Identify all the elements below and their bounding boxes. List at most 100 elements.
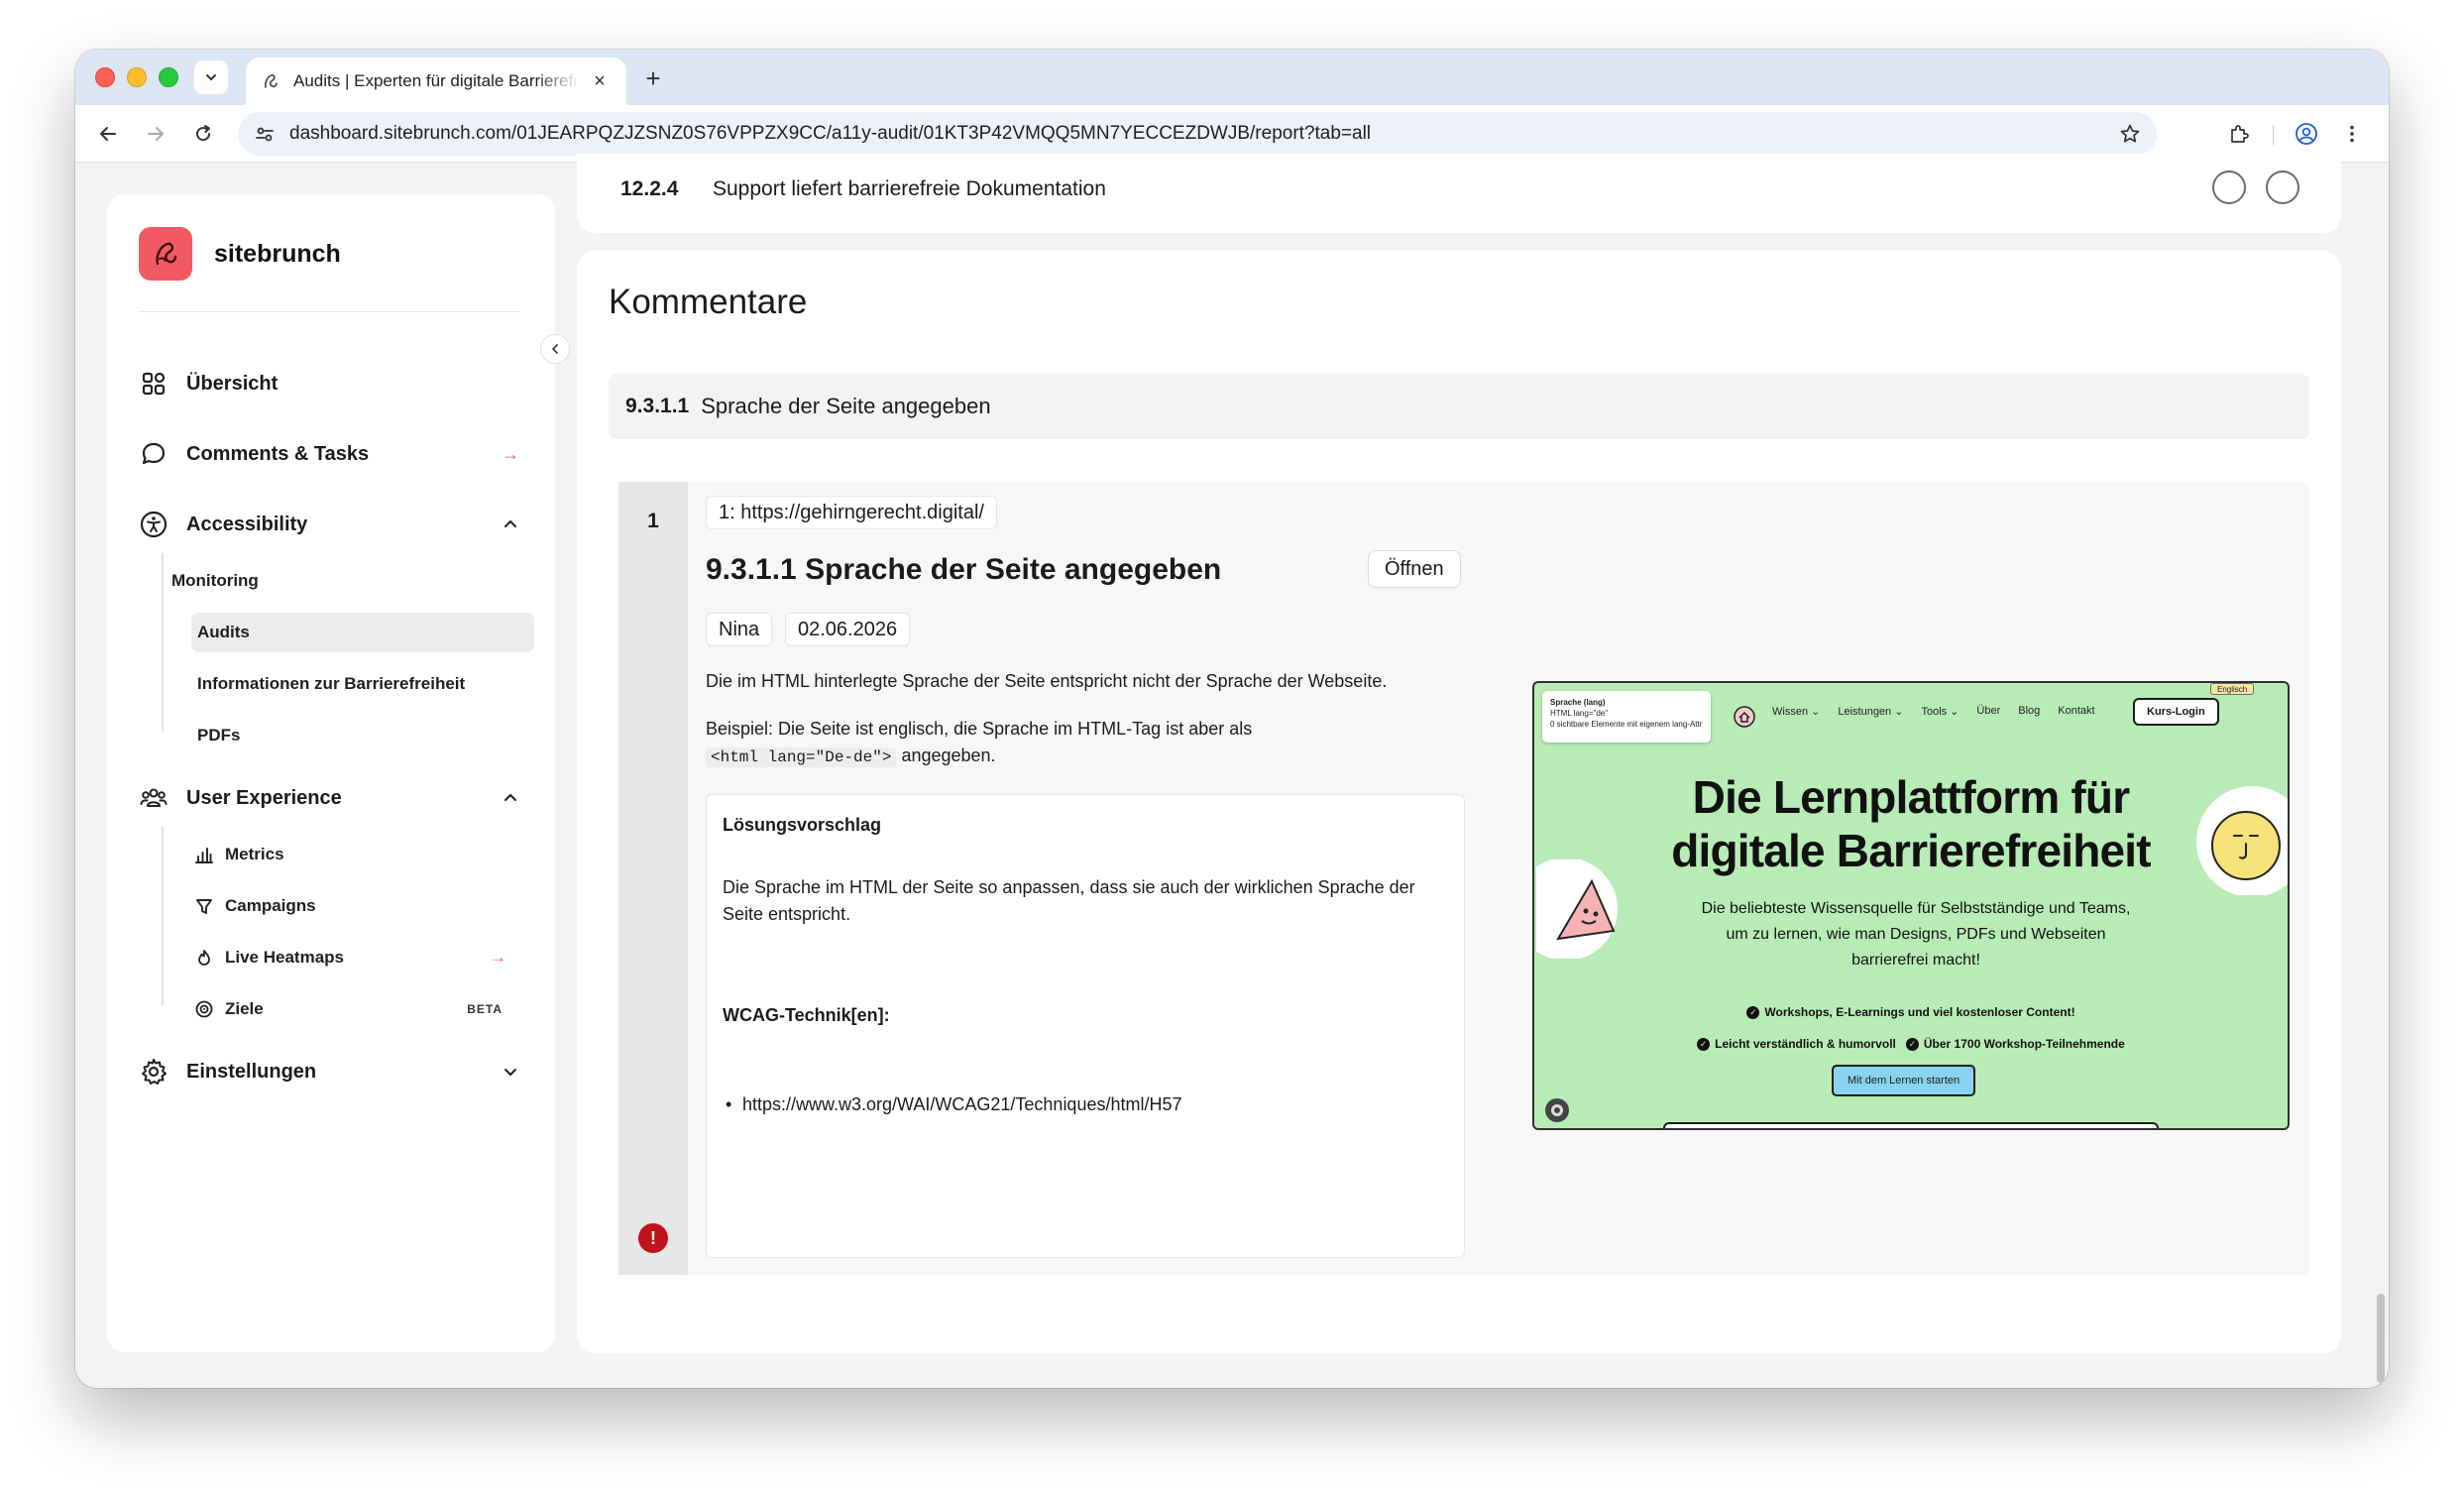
issue-rail: 1 ! (618, 482, 688, 1275)
page-content: sitebrunch Übersicht Comments & Tasks → (75, 154, 2389, 1388)
wcag-link[interactable]: https://www.w3.org/WAI/WCAG21/Techniques… (726, 1094, 1181, 1115)
chevron-up-icon[interactable] (496, 783, 525, 813)
screenshot-nav-item: Tools ⌄ (1921, 706, 1960, 718)
bar-chart-icon (191, 842, 217, 867)
sidebar-item-pdfs[interactable]: PDFs (162, 716, 518, 755)
example-prefix: Beispiel: Die Seite ist englisch, die Sp… (706, 719, 1253, 739)
main-area: 12.2.4 Support liefert barrierefreie Dok… (577, 154, 2363, 1388)
comment-section-header[interactable]: 9.3.1.1 Sprache der Seite angegeben (609, 374, 2309, 439)
screenshot-check-1: Workshops, E-Learnings und viel kostenlo… (1764, 1005, 2075, 1019)
new-tab-button[interactable]: + (636, 61, 670, 95)
screenshot-cta-button: Mit dem Lernen starten (1832, 1065, 1976, 1096)
sidebar-item-comments[interactable]: Comments & Tasks → (137, 429, 525, 479)
gear-icon (137, 1055, 170, 1088)
open-button[interactable]: Öffnen (1368, 550, 1461, 588)
sidebar-item-metrics[interactable]: Metrics (162, 835, 518, 874)
lemon-mascot-icon (2196, 786, 2288, 895)
sidebar-item-user-experience[interactable]: User Experience (137, 773, 525, 823)
flame-icon (191, 945, 217, 971)
section-title: Sprache der Seite angegeben (701, 394, 991, 418)
screenshot-check-3: Über 1700 Workshop-Teilnehmende (1923, 1037, 2125, 1051)
sidebar-item-live-heatmaps[interactable]: Live Heatmaps → (162, 938, 518, 977)
tab-search-button[interactable] (194, 60, 228, 94)
example-suffix: angegeben. (901, 745, 996, 765)
triangle-mascot-icon (1536, 859, 1618, 959)
reload-button[interactable] (186, 117, 220, 151)
sidebar-item-label: User Experience (186, 786, 342, 809)
example-code: <html lang="De-de"> (706, 747, 897, 767)
screenshot-tooltip: Sprache (lang) HTML lang="de" 0 sichtbar… (1542, 691, 1711, 743)
minimize-window-button[interactable] (127, 67, 147, 87)
beta-badge: BETA (467, 1002, 503, 1016)
external-arrow-icon: → (490, 948, 506, 967)
page-scrollbar[interactable] (2377, 1294, 2385, 1383)
sidebar-item-audits[interactable]: Audits (191, 613, 534, 652)
chevron-down-icon (206, 74, 216, 81)
radio-option-1[interactable] (2212, 171, 2246, 204)
profile-button[interactable] (2290, 117, 2323, 151)
maximize-window-button[interactable] (159, 67, 178, 87)
issue-card: 1 ! 1: https://gehirngerecht.digital/ 9.… (618, 482, 2309, 1275)
browser-tab-active[interactable]: Audits | Experten für digitale Barrieref… (246, 57, 626, 105)
tab-title: Audits | Experten für digitale Barrieref… (293, 71, 579, 90)
sidebar-item-monitoring[interactable]: Monitoring (162, 561, 518, 601)
sidebar-subitem-label: Audits (197, 623, 250, 641)
site-home-icon (1734, 706, 1755, 728)
solution-heading: Lösungsvorschlag (723, 815, 882, 835)
sidebar-divider (139, 311, 521, 312)
screenshot-headline: Die Lernplattform für digitale Barrieref… (1534, 770, 2288, 877)
sidebar-item-label: Übersicht (186, 372, 279, 395)
criterion-text: Support liefert barrierefreie Dokumentat… (713, 177, 1106, 200)
bookmark-star-icon[interactable] (2117, 121, 2143, 147)
user-experience-subtree: Metrics Campaigns Live Heatmaps → Ziele … (162, 827, 506, 1018)
close-window-button[interactable] (95, 67, 115, 87)
screenshot-checklist: ✓ Workshops, E-Learnings und viel kostenl… (1534, 996, 2288, 1060)
sidebar-item-goals[interactable]: Ziele BETA (162, 989, 518, 1029)
external-arrow-icon: → (502, 443, 519, 464)
screenshot-subline: Die beliebteste Wissensquelle für Selbst… (1701, 900, 2131, 969)
arrow-right-icon (148, 127, 164, 141)
sidebar-subitem-label: Campaigns (225, 896, 316, 915)
tab-close-icon[interactable]: × (587, 68, 613, 94)
issue-url-chip[interactable]: 1: https://gehirngerecht.digital/ (706, 496, 997, 529)
kebab-menu-icon (2350, 125, 2354, 143)
users-icon (137, 781, 170, 815)
sitebrunch-logo-icon[interactable] (139, 227, 192, 281)
sidebar-item-accessibility-info[interactable]: Informationen zur Barrierefreiheit (162, 664, 518, 704)
screenshot-nav: Wissen ⌄ Leistungen ⌄ Tools ⌄ Über Blog … (1772, 705, 2095, 718)
address-bar[interactable]: dashboard.sitebrunch.com/01JEARPQZJZSNZ0… (238, 112, 2157, 156)
chevron-down-icon[interactable] (496, 1057, 525, 1087)
screenshot-nav-item: Kontakt (2058, 705, 2095, 717)
forward-button[interactable] (139, 117, 172, 151)
radio-option-2[interactable] (2266, 171, 2299, 204)
grid-icon (137, 367, 170, 400)
site-settings-icon[interactable] (252, 121, 278, 147)
sidebar-item-label: Einstellungen (186, 1060, 317, 1083)
sidebar-item-overview[interactable]: Übersicht (137, 359, 525, 408)
sidebar-subitem-label: Informationen zur Barrierefreiheit (197, 674, 466, 693)
sidebar-item-accessibility[interactable]: Accessibility (137, 500, 525, 549)
issue-screenshot[interactable]: Sprache (lang) HTML lang="de" 0 sichtbar… (1532, 681, 2290, 1130)
author-chip: Nina (706, 613, 773, 646)
sidebar-subitem-label: Live Heatmaps (225, 948, 344, 967)
sidebar-item-campaigns[interactable]: Campaigns (162, 886, 518, 926)
sidebar-collapse-button[interactable] (540, 334, 570, 364)
target-icon (191, 996, 217, 1022)
comments-heading: Kommentare (609, 283, 808, 321)
arrow-left-icon (100, 127, 116, 141)
browser-menu-button[interactable] (2335, 117, 2369, 151)
chevron-left-icon (552, 344, 558, 354)
filter-icon (191, 893, 217, 919)
sidebar-subitem-label: Monitoring (171, 571, 259, 590)
browser-window: Audits | Experten für digitale Barrieref… (75, 50, 2389, 1388)
extensions-button[interactable] (2222, 117, 2256, 151)
screenshot-headline-1: Die Lernplattform für (1692, 771, 2130, 823)
back-button[interactable] (91, 117, 125, 151)
solution-box: Lösungsvorschlag Die Sprache im HTML der… (706, 794, 1465, 1258)
sidebar-item-label: Comments & Tasks (186, 442, 370, 465)
chevron-up-icon[interactable] (496, 510, 525, 539)
sidebar-item-settings[interactable]: Einstellungen (137, 1047, 525, 1096)
accessibility-subtree: Monitoring Audits Informationen zur Barr… (162, 553, 534, 744)
error-icon: ! (638, 1223, 668, 1253)
profile-icon (2296, 123, 2317, 145)
